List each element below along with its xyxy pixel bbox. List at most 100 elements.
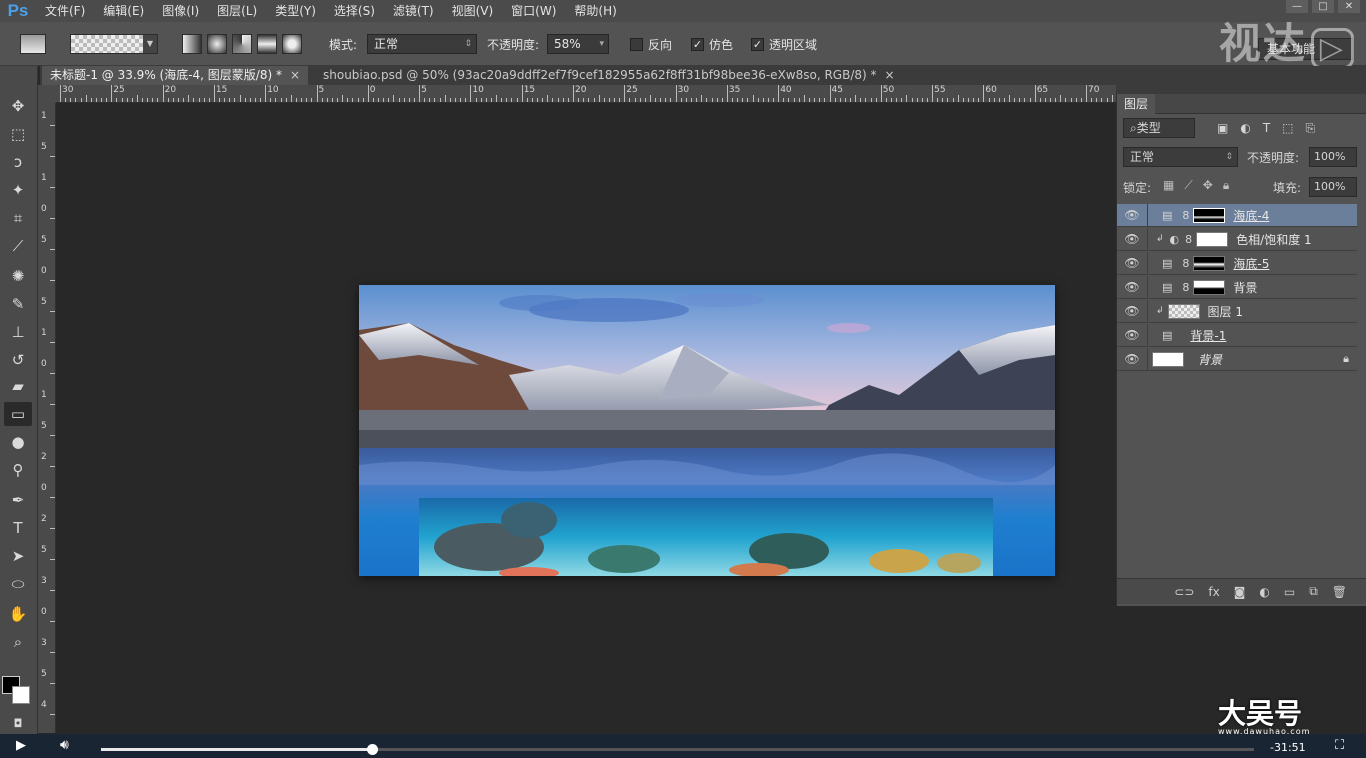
pen-tool-icon[interactable]: ✒ [4, 488, 32, 512]
menu-type[interactable]: 类型(Y) [266, 0, 325, 22]
link-icon[interactable]: 8 [1182, 281, 1189, 294]
linear-gradient-button[interactable] [182, 34, 202, 54]
opacity-input[interactable]: 58% ▾ [547, 34, 609, 54]
layer-row[interactable]: 👁︎ 背景 🔒︎ [1117, 347, 1357, 371]
eye-icon[interactable]: 👁︎ [1117, 328, 1147, 342]
fill-label: 填充: [1273, 181, 1302, 195]
add-mask-icon[interactable]: ◙ [1234, 585, 1246, 599]
tool-preset-picker[interactable] [20, 33, 46, 55]
clone-stamp-tool-icon[interactable]: ⊥ [4, 320, 32, 344]
lock-pixels-icon[interactable]: ⟋ [1184, 178, 1192, 193]
layer-row[interactable]: 👁︎ ↲ 图层 1 [1117, 299, 1357, 323]
menu-edit[interactable]: 编辑(E) [94, 0, 153, 22]
eye-icon[interactable]: 👁︎ [1117, 352, 1147, 366]
menu-view[interactable]: 视图(V) [443, 0, 503, 22]
layer-row[interactable]: 👁︎ ↲ ◐ 8 色相/饱和度 1 [1117, 227, 1357, 251]
close-icon[interactable]: × [290, 68, 300, 82]
menu-select[interactable]: 选择(S) [325, 0, 384, 22]
eye-icon[interactable]: 👁︎ [1117, 280, 1147, 294]
zoom-tool-icon[interactable]: ⌕ [4, 630, 32, 654]
healing-brush-tool-icon[interactable]: ✺ [4, 264, 32, 288]
new-layer-icon[interactable]: ⧉ [1309, 584, 1318, 599]
move-tool-icon[interactable]: ✥ [4, 94, 32, 118]
ellipse-tool-icon[interactable]: ⬭ [4, 572, 32, 596]
type-filter-icon[interactable]: T [1263, 118, 1270, 138]
lock-transparency-icon[interactable]: ▦ [1163, 178, 1174, 193]
menu-layer[interactable]: 图层(L) [208, 0, 266, 22]
eye-icon[interactable]: 👁︎ [1117, 208, 1147, 222]
diamond-gradient-button[interactable] [282, 34, 302, 54]
layer-thumbnail[interactable] [1167, 303, 1200, 319]
layer-row[interactable]: 👁︎ ▤ 8 海底-5 [1117, 251, 1357, 275]
image-filter-icon[interactable]: ▣ [1217, 118, 1228, 138]
layer-mask-thumbnail[interactable] [1193, 207, 1226, 223]
smart-object-filter-icon[interactable]: ⎘ [1306, 118, 1316, 138]
tab-document-2[interactable]: shoubiao.psd @ 50% (93ac20a9ddff2ef7f9ce… [315, 66, 903, 85]
fullscreen-icon[interactable]: ⛶ [1335, 738, 1344, 753]
gradient-picker[interactable]: ▼ [70, 33, 158, 55]
menu-help[interactable]: 帮助(H) [565, 0, 625, 22]
mode-select[interactable]: 正常 ⇕ [367, 34, 477, 54]
path-selection-tool-icon[interactable]: ➤ [4, 544, 32, 568]
type-tool-icon[interactable]: T [4, 516, 32, 540]
gradient-tool-icon[interactable]: ▭ [4, 402, 32, 426]
new-group-icon[interactable]: ▭ [1284, 585, 1295, 599]
tab-document-1[interactable]: 未标题-1 @ 33.9% (海底-4, 图层蒙版/8) * × [42, 66, 309, 85]
eye-icon[interactable]: 👁︎ [1117, 232, 1147, 246]
layer-row[interactable]: 👁︎ ▤ 背景-1 [1117, 323, 1357, 347]
eraser-tool-icon[interactable]: ▰ [4, 374, 32, 398]
trash-icon[interactable]: 🗑︎ [1332, 585, 1347, 599]
quick-mask-icon[interactable]: ◘ [4, 711, 32, 735]
layer-mask-thumbnail[interactable] [1196, 231, 1229, 247]
link-layers-icon[interactable]: ⊂⊃ [1174, 585, 1194, 599]
radial-gradient-button[interactable] [207, 34, 227, 54]
layer-mask-thumbnail[interactable] [1193, 279, 1226, 295]
menu-window[interactable]: 窗口(W) [502, 0, 565, 22]
link-icon[interactable]: 8 [1185, 233, 1192, 246]
progress-knob[interactable] [366, 744, 378, 755]
brush-tool-icon[interactable]: ✎ [4, 292, 32, 316]
transparency-checkbox[interactable]: ✓ 透明区域 [751, 33, 817, 55]
menu-file[interactable]: 文件(F) [36, 0, 94, 22]
reverse-checkbox[interactable]: 反向 [630, 33, 672, 55]
blur-tool-icon[interactable]: ● [4, 430, 32, 454]
lock-all-icon[interactable]: 🔒︎ [1223, 178, 1229, 193]
menu-image[interactable]: 图像(I) [153, 0, 208, 22]
eye-icon[interactable]: 👁︎ [1117, 304, 1147, 318]
link-icon[interactable]: 8 [1182, 209, 1189, 222]
dodge-tool-icon[interactable]: ⚲ [4, 458, 32, 482]
close-icon[interactable]: × [885, 68, 895, 82]
magic-wand-tool-icon[interactable]: ✦ [4, 178, 32, 202]
play-icon[interactable]: ▶ [16, 738, 26, 753]
adjustment-filter-icon[interactable]: ◐ [1240, 118, 1250, 138]
reflected-gradient-button[interactable] [257, 34, 277, 54]
shape-filter-icon[interactable]: ⬚ [1282, 118, 1293, 138]
crop-tool-icon[interactable]: ⌗ [4, 206, 32, 230]
dither-checkbox[interactable]: ✓ 仿色 [691, 33, 733, 55]
marquee-tool-icon[interactable]: ⬚ [4, 122, 32, 146]
document-canvas[interactable] [359, 285, 1055, 576]
fx-icon[interactable]: fx [1208, 585, 1219, 599]
eye-icon[interactable]: 👁︎ [1117, 256, 1147, 270]
fill-input[interactable]: 100% [1309, 177, 1357, 197]
lock-icon[interactable]: 🔒︎ [1343, 352, 1349, 366]
lasso-tool-icon[interactable]: ↄ [4, 150, 32, 174]
angle-gradient-button[interactable] [232, 34, 252, 54]
layer-row[interactable]: 👁︎ ▤ 8 背景 [1117, 275, 1357, 299]
volume-icon[interactable]: 🔊︎ [60, 737, 69, 753]
layer-thumbnail[interactable] [1152, 351, 1184, 367]
layer-mask-thumbnail[interactable] [1193, 255, 1226, 271]
link-icon[interactable]: 8 [1182, 257, 1189, 270]
layer-row[interactable]: 👁︎ ▤ 8 海底-4 [1117, 203, 1357, 227]
layer-filter-select[interactable]: ⌕类型 [1123, 118, 1195, 138]
eyedropper-tool-icon[interactable]: ⟋ [4, 234, 32, 258]
layers-panel-title[interactable]: 图层 [1117, 94, 1155, 114]
background-color-swatch[interactable] [12, 686, 30, 704]
new-adjustment-icon[interactable]: ◐ [1259, 585, 1269, 599]
lock-position-icon[interactable]: ✥ [1203, 178, 1213, 193]
menu-filter[interactable]: 滤镜(T) [384, 0, 443, 22]
hand-tool-icon[interactable]: ✋ [4, 602, 32, 626]
history-brush-tool-icon[interactable]: ↺ [4, 348, 32, 372]
layer-opacity-input[interactable]: 100% [1309, 147, 1357, 167]
blend-mode-select[interactable]: 正常 ⇕ [1123, 147, 1238, 167]
